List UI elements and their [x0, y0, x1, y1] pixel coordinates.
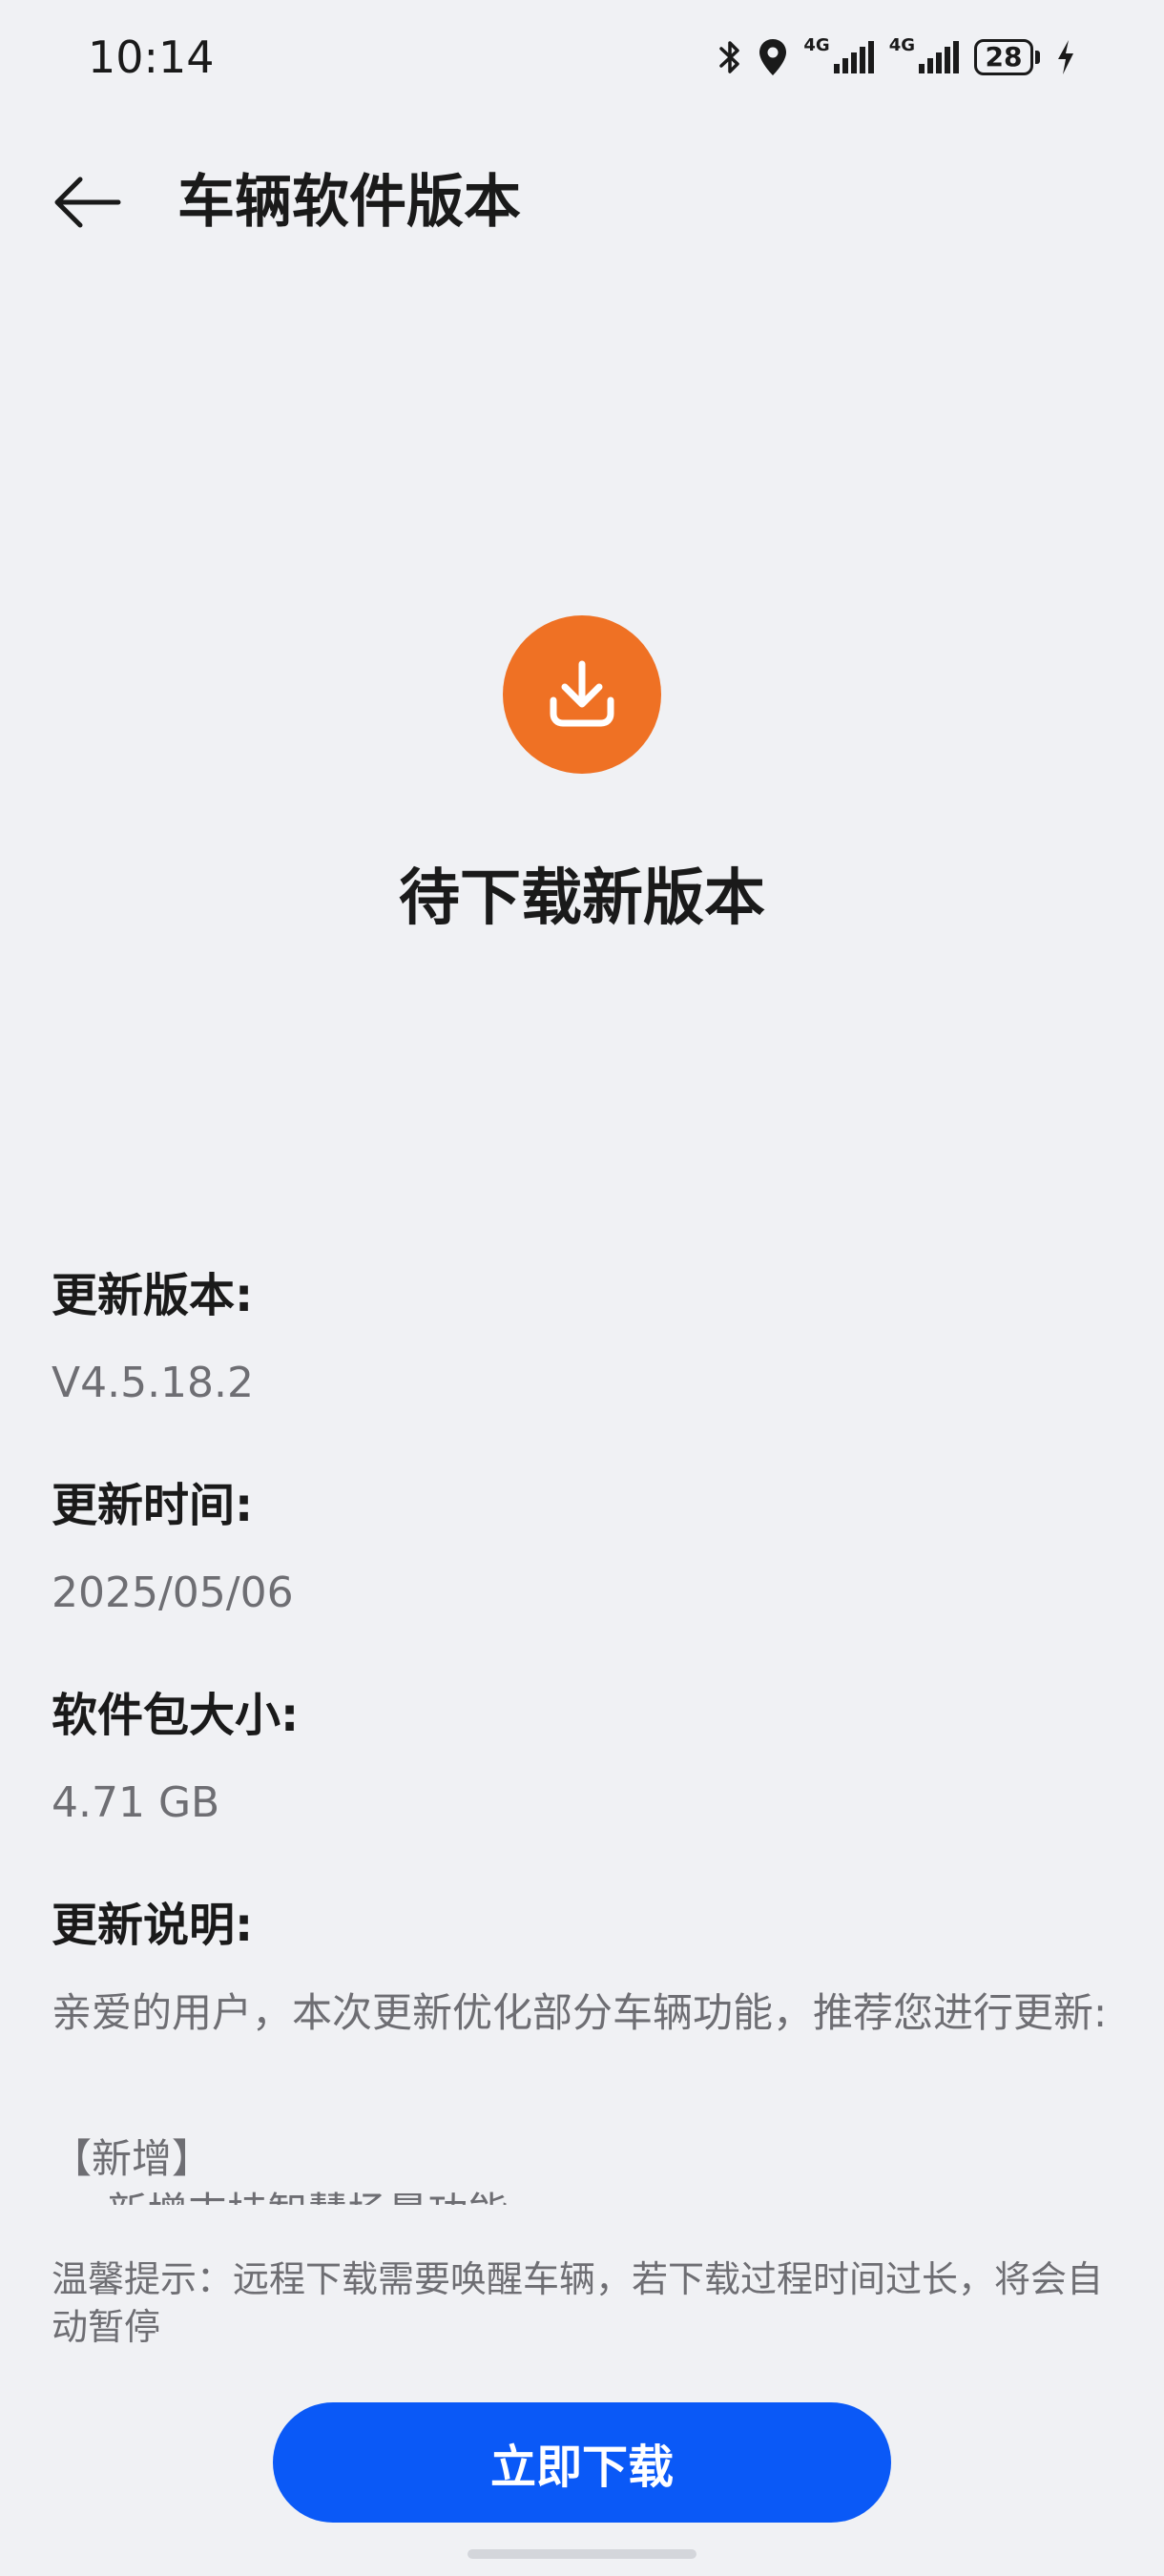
- status-title: 待下载新版本: [399, 863, 765, 934]
- screen: 10:14 4G 4G 28 车辆软件版本 待下载新版本 更新版本: V4.5.…: [0, 0, 1164, 2576]
- download-icon: [503, 615, 661, 774]
- status-time: 10:14: [88, 31, 215, 83]
- version-label: 更新版本:: [52, 1269, 254, 1322]
- date-value: 2025/05/06: [52, 1568, 294, 1617]
- status-bar: 10:14 4G 4G 28: [0, 0, 1164, 114]
- size-label: 软件包大小:: [52, 1689, 300, 1742]
- back-arrow-icon[interactable]: [50, 164, 126, 240]
- home-indicator[interactable]: [468, 2549, 696, 2559]
- signal-icon: 4G: [888, 35, 959, 75]
- version-value: V4.5.18.2: [52, 1359, 255, 1407]
- battery-tip: [1035, 51, 1040, 64]
- app-header: 车辆软件版本: [0, 153, 1164, 248]
- notes-scroll-area[interactable]: 【新增】 - 新增支持智慧场景功能: [52, 2132, 1111, 2205]
- battery-level: 28: [974, 39, 1033, 75]
- notes-item: - 新增支持智慧场景功能: [52, 2186, 1111, 2205]
- charging-icon: [1055, 38, 1076, 76]
- battery-icon: 28: [974, 39, 1040, 75]
- notes-label: 更新说明:: [52, 1899, 254, 1952]
- bluetooth-icon: [717, 38, 742, 76]
- size-value: 4.71 GB: [52, 1778, 220, 1827]
- location-icon: [758, 37, 788, 77]
- signal-icon: 4G: [803, 35, 874, 75]
- download-now-button[interactable]: 立即下载: [273, 2402, 891, 2523]
- tip-text: 温馨提示：远程下载需要唤醒车辆，若下载过程时间过长，将会自动暂停: [52, 2258, 1104, 2348]
- page-title: 车辆软件版本: [177, 169, 521, 236]
- notes-text: 亲爱的用户，本次更新优化部分车辆功能，推荐您进行更新:: [52, 1989, 1108, 2036]
- network-type-label: 4G: [888, 35, 915, 55]
- date-label: 更新时间:: [52, 1479, 254, 1532]
- notes-section-heading: 【新增】: [52, 2135, 213, 2182]
- network-type-label: 4G: [803, 35, 830, 55]
- status-icons: 4G 4G 28: [717, 32, 1076, 82]
